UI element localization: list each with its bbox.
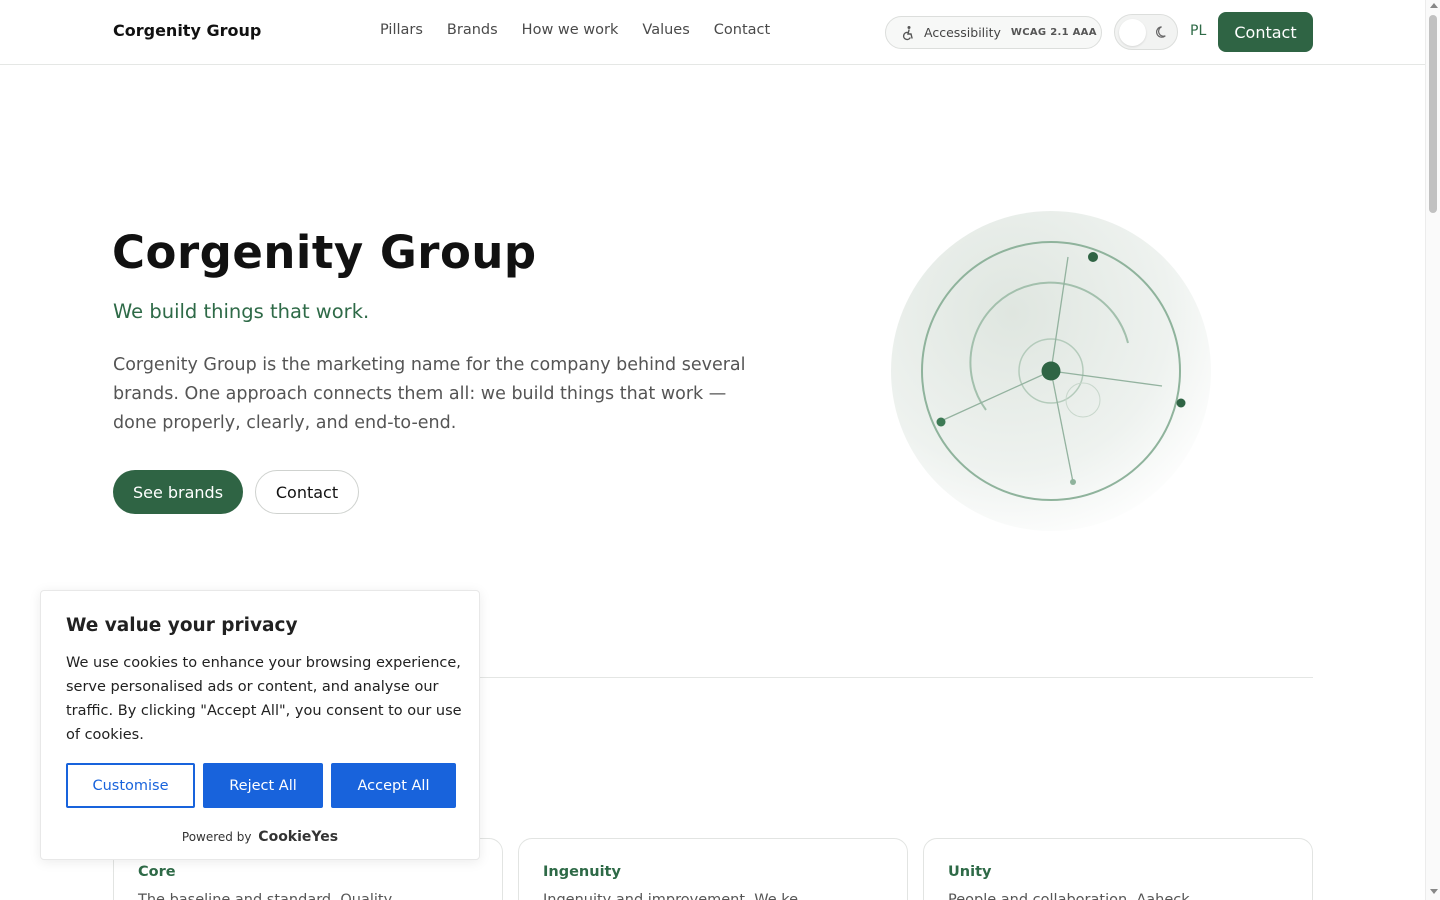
scroll-thumb[interactable]: [1429, 15, 1437, 213]
accessibility-button[interactable]: Accessibility WCAG 2.1 AAA: [885, 16, 1102, 49]
pillar-card-ingenuity[interactable]: Ingenuity Ingenuity and improvement. We …: [518, 838, 908, 900]
card-title: Unity: [948, 864, 992, 880]
nav-how-we-work[interactable]: How we work: [522, 22, 619, 38]
card-body: The baseline and standard. Quality: [138, 892, 393, 900]
language-switch[interactable]: PL: [1190, 23, 1206, 39]
card-body: Ingenuity and improvement. We ke: [543, 892, 799, 900]
cookie-title: We value your privacy: [66, 615, 298, 636]
brand-logo[interactable]: Corgenity Group: [113, 21, 261, 40]
cookie-reject-all-button[interactable]: Reject All: [203, 763, 323, 808]
accessibility-label: Accessibility: [924, 25, 1001, 40]
nav-brands[interactable]: Brands: [447, 22, 498, 38]
hero-title: Corgenity Group: [112, 226, 537, 279]
main-nav: Pillars Brands How we work Values Contac…: [380, 22, 770, 38]
header-contact-button[interactable]: Contact: [1218, 12, 1313, 52]
site-header: Corgenity Group Pillars Brands How we wo…: [0, 0, 1425, 65]
accessibility-icon: [902, 25, 913, 40]
wcag-badge: WCAG 2.1 AAA: [1010, 27, 1097, 38]
cookie-customise-button[interactable]: Customise: [66, 763, 195, 808]
toggle-knob: [1119, 19, 1146, 46]
nav-pillars[interactable]: Pillars: [380, 22, 423, 38]
hero-orbit-graphic: [891, 211, 1211, 531]
cookie-description: We use cookies to enhance your browsing …: [66, 655, 462, 743]
cookie-accept-all-button[interactable]: Accept All: [331, 763, 456, 808]
hero-description: Corgenity Group is the marketing name fo…: [113, 355, 746, 433]
hero-contact-button[interactable]: Contact: [255, 470, 359, 514]
cookieyes-logo[interactable]: CookieYes: [258, 829, 338, 845]
cookie-consent-banner: We value your privacy We use cookies to …: [40, 590, 480, 860]
nav-contact[interactable]: Contact: [714, 22, 770, 38]
card-title: Core: [138, 864, 176, 880]
card-title: Ingenuity: [543, 864, 621, 880]
page-scrollbar[interactable]: [1425, 0, 1440, 900]
nav-values[interactable]: Values: [642, 22, 689, 38]
see-brands-button[interactable]: See brands: [113, 470, 243, 514]
scroll-down-arrow-icon[interactable]: [1430, 889, 1438, 894]
powered-by-label: Powered by: [181, 830, 252, 844]
theme-toggle[interactable]: [1114, 14, 1178, 50]
pillar-card-unity[interactable]: Unity People and collaboration. Aaheck: [923, 838, 1313, 900]
card-body: People and collaboration. Aaheck: [948, 892, 1190, 900]
scroll-up-arrow-icon[interactable]: [1430, 3, 1438, 8]
powered-by: Powered by CookieYes: [41, 829, 479, 845]
moon-icon: [1156, 26, 1166, 38]
hero-tagline: We build things that work.: [113, 300, 370, 323]
